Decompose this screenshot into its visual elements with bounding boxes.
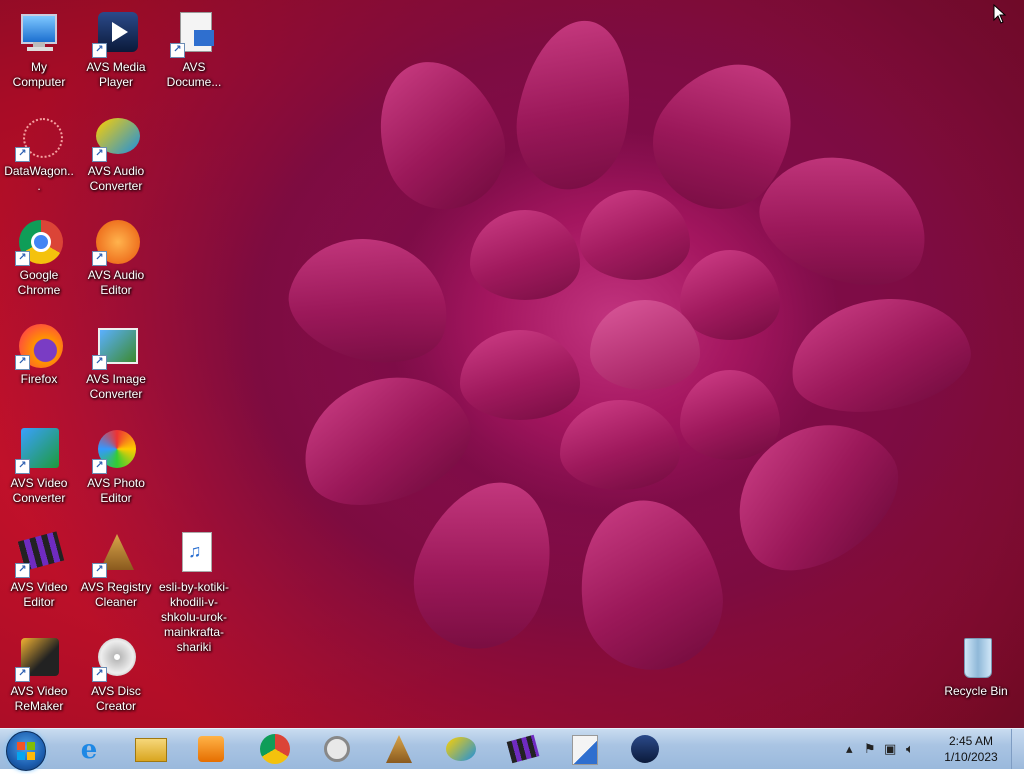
desktop-icon-avs-video-editor[interactable]: ↗ AVS Video Editor [1,526,77,610]
taskbar-internet-explorer[interactable]: e [64,731,114,767]
computer-icon [15,10,63,58]
clock[interactable]: 2:45 AM 1/10/2023 [936,733,1006,765]
audio-converter-icon [446,737,476,761]
recycle-bin-icon [952,634,1000,682]
photo-editor-icon: ↗ [92,426,140,474]
show-hidden-icons-icon[interactable]: ▴ [846,741,853,757]
windows-logo-icon [17,742,35,760]
video-editor-icon [506,734,540,764]
desktop-icon-avs-video-converter[interactable]: ↗ AVS Video Converter [1,422,77,506]
audio-editor-icon: ↗ [92,218,140,266]
desktop-icon-recycle-bin[interactable]: Recycle Bin [938,630,1014,699]
taskbar-document-converter[interactable] [560,731,610,767]
cleaner-icon [386,735,412,763]
desktop-icon-google-chrome[interactable]: ↗ Google Chrome [1,214,77,298]
volume-icon[interactable]: 🔈︎ [906,741,914,757]
search-tool-icon [324,736,350,762]
action-center-flag-icon[interactable]: ⚑ [864,741,876,757]
internet-explorer-icon: e [80,735,98,765]
network-icon[interactable]: ▣ [884,741,896,757]
desktop-icon-avs-document-converter[interactable]: ↗ AVS Docume... [156,6,232,90]
mouse-cursor-icon [993,4,1007,24]
desktop-icon-firefox[interactable]: ↗ Firefox [1,318,77,387]
taskbar-media-player[interactable] [186,731,236,767]
image-converter-icon: ↗ [92,322,140,370]
document-converter-icon [572,735,598,765]
registry-cleaner-icon: ↗ [92,530,140,578]
clock-date: 1/10/2023 [944,750,998,764]
desktop-icon-avs-audio-converter[interactable]: ↗ AVS Audio Converter [78,110,154,194]
taskbar-avs-media-player[interactable] [620,731,670,767]
desktop-icon-avs-disc-creator[interactable]: ↗ AVS Disc Creator [78,630,154,714]
desktop-icon-avs-photo-editor[interactable]: ↗ AVS Photo Editor [78,422,154,506]
desktop-icon-audio-file[interactable]: ♫ esli-by-kotiki-khodili-v-shkolu-urok-m… [156,526,232,655]
file-explorer-icon [135,738,167,762]
audio-file-icon: ♫ [170,530,218,578]
desktop-icon-avs-video-remaker[interactable]: ↗ AVS Video ReMaker [1,630,77,714]
clock-time: 2:45 AM [948,734,994,748]
start-button[interactable] [6,731,46,771]
show-desktop-button[interactable] [1011,729,1024,769]
media-player-icon [198,736,224,762]
chrome-icon: ↗ [15,218,63,266]
taskbar-video-editor[interactable] [498,731,548,767]
desktop-icon-avs-registry-cleaner[interactable]: ↗ AVS Registry Cleaner [78,526,154,610]
desktop-background[interactable]: My Computer ↗ DataWagon... ↗ Google Chro… [0,0,1024,728]
taskbar: e ▴ ⚑ ▣ 🔈︎ 2:45 AM 1/10/2023 [0,728,1024,771]
system-tray: ▴ ⚑ ▣ 🔈︎ 2:45 AM 1/10/2023 [834,729,1024,769]
firefox-icon: ↗ [15,322,63,370]
video-converter-icon: ↗ [15,426,63,474]
desktop-icon-avs-audio-editor[interactable]: ↗ AVS Audio Editor [78,214,154,298]
video-remaker-icon: ↗ [15,634,63,682]
taskbar-chrome[interactable] [250,731,300,767]
taskbar-search-tool[interactable] [312,731,362,767]
taskbar-audio-converter[interactable] [436,731,486,767]
desktop-icon-avs-image-converter[interactable]: ↗ AVS Image Converter [78,318,154,402]
document-converter-icon: ↗ [170,10,218,58]
datawagon-icon: ↗ [15,114,63,162]
taskbar-cleaner[interactable] [374,731,424,767]
desktop-icon-datawagon[interactable]: ↗ DataWagon... [1,110,77,194]
taskbar-file-explorer[interactable] [126,731,176,767]
media-player-icon: ↗ [92,10,140,58]
chrome-icon [260,734,290,764]
audio-converter-icon: ↗ [92,114,140,162]
disc-creator-icon: ↗ [92,634,140,682]
desktop-icon-my-computer[interactable]: My Computer [1,6,77,90]
video-editor-icon: ↗ [15,530,65,578]
avs-media-player-icon [631,735,659,763]
desktop-icon-avs-media-player[interactable]: ↗ AVS Media Player [78,6,154,90]
